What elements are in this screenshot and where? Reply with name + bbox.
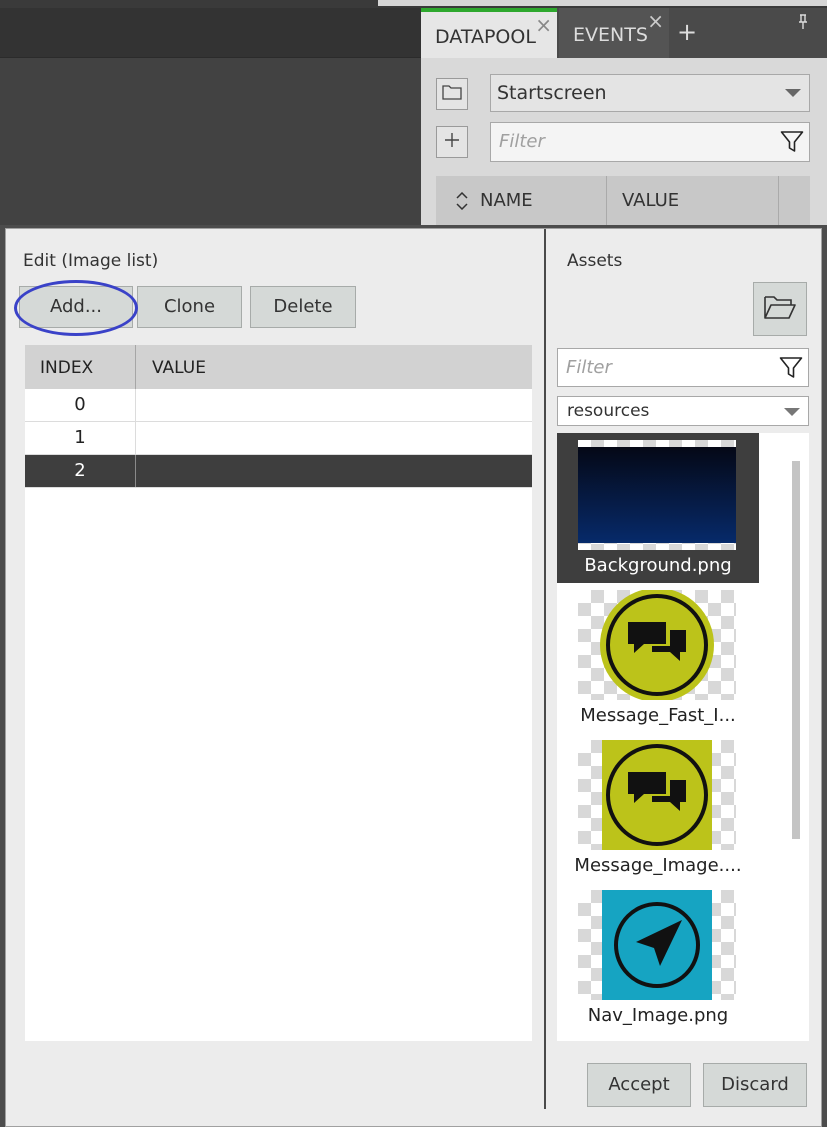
navigation-arrow-icon	[602, 890, 712, 1000]
message-icon	[600, 590, 714, 700]
tab-events-label: EVENTS	[573, 24, 648, 46]
tab-events[interactable]: EVENTS ×	[559, 8, 669, 58]
asset-item[interactable]: Background.png	[557, 433, 759, 583]
delete-button[interactable]: Delete	[250, 286, 356, 328]
asset-item[interactable]: Message_Fast_I...	[557, 583, 759, 733]
column-value-header[interactable]: VALUE	[152, 345, 206, 389]
column-value-header[interactable]: VALUE	[622, 176, 679, 230]
row-index: 0	[74, 394, 86, 415]
asset-item[interactable]: Message_Image....	[557, 733, 759, 883]
close-tab-datapool-icon[interactable]: ×	[535, 15, 552, 35]
add-button[interactable]: Add...	[19, 286, 133, 328]
image-list-grid: INDEX VALUE 0 1 2	[25, 345, 532, 1041]
assets-list: Background.png Message_Fast_I... Message…	[557, 433, 809, 1041]
pin-icon[interactable]	[797, 14, 809, 34]
cell-separator	[135, 422, 136, 454]
edit-title: Edit (Image list)	[23, 251, 159, 271]
edit-image-list-dialog: Edit (Image list) Add... Clone Delete IN…	[0, 225, 827, 1127]
table-row-selected[interactable]: 2	[25, 455, 532, 488]
filter-icon[interactable]	[779, 356, 803, 384]
asset-label: Message_Fast_I...	[580, 705, 736, 726]
folder-icon	[442, 84, 462, 104]
datapool-tab-bar: DATAPOOL × EVENTS × +	[421, 8, 827, 58]
screen-select[interactable]: Startscreen	[490, 74, 810, 112]
assets-filter-placeholder: Filter	[566, 357, 612, 378]
asset-label: Message_Image....	[574, 855, 742, 876]
accept-button[interactable]: Accept	[587, 1063, 691, 1107]
discard-button[interactable]: Discard	[703, 1063, 807, 1107]
assets-filter-input[interactable]: Filter	[557, 348, 809, 387]
assets-folder-value: resources	[567, 401, 650, 421]
row-index: 1	[74, 427, 86, 448]
filter-icon[interactable]	[780, 130, 804, 158]
cell-separator	[135, 455, 136, 487]
table-row[interactable]: 1	[25, 422, 532, 455]
asset-thumbnail	[578, 590, 736, 700]
cell-separator	[135, 389, 136, 421]
chevron-down-icon	[785, 89, 801, 97]
asset-thumbnail	[578, 890, 736, 1000]
assets-title: Assets	[567, 251, 623, 271]
open-assets-folder-button[interactable]	[753, 282, 807, 336]
datapool-table-header: NAME VALUE	[436, 176, 810, 230]
dark-gradient-image-icon	[578, 447, 736, 543]
asset-item[interactable]: Nav_Image.png	[557, 883, 759, 1033]
add-tab-icon[interactable]: +	[677, 20, 697, 44]
column-separator	[135, 345, 136, 389]
app-top-bar-light	[378, 0, 827, 6]
assets-scrollbar[interactable]	[792, 461, 800, 839]
editor-canvas-area	[0, 58, 421, 228]
asset-thumbnail	[578, 440, 736, 550]
asset-label: Background.png	[584, 555, 732, 576]
clone-button[interactable]: Clone	[137, 286, 242, 328]
column-name-header[interactable]: NAME	[480, 176, 533, 230]
datapool-filter-placeholder: Filter	[499, 131, 545, 152]
message-icon	[602, 740, 712, 850]
datapool-panel: DATAPOOL × EVENTS × + Startscreen Filter	[421, 8, 827, 230]
grid-header: INDEX VALUE	[25, 345, 532, 389]
table-row[interactable]: 0	[25, 389, 532, 422]
dialog-body: Edit (Image list) Add... Clone Delete IN…	[5, 228, 822, 1127]
datapool-filter-input[interactable]: Filter	[490, 122, 810, 162]
editor-toolbar-strip	[0, 8, 421, 58]
asset-thumbnail	[578, 740, 736, 850]
open-folder-icon	[763, 294, 797, 324]
add-entry-button[interactable]	[436, 126, 468, 158]
open-folder-button[interactable]	[436, 78, 468, 110]
panel-divider[interactable]	[544, 229, 546, 1109]
assets-folder-select[interactable]: resources	[557, 396, 809, 426]
plus-icon	[444, 132, 460, 152]
tab-datapool[interactable]: DATAPOOL ×	[421, 8, 557, 58]
column-separator	[778, 176, 779, 230]
row-index: 2	[74, 460, 86, 481]
column-index-header[interactable]: INDEX	[40, 345, 93, 389]
sort-chevrons-icon[interactable]	[456, 176, 468, 230]
screen-select-value: Startscreen	[497, 82, 607, 104]
asset-label: Nav_Image.png	[587, 1005, 729, 1026]
close-tab-events-icon[interactable]: ×	[647, 11, 664, 31]
column-separator	[606, 176, 607, 230]
tab-datapool-label: DATAPOOL	[435, 26, 536, 48]
chevron-down-icon	[784, 408, 800, 416]
